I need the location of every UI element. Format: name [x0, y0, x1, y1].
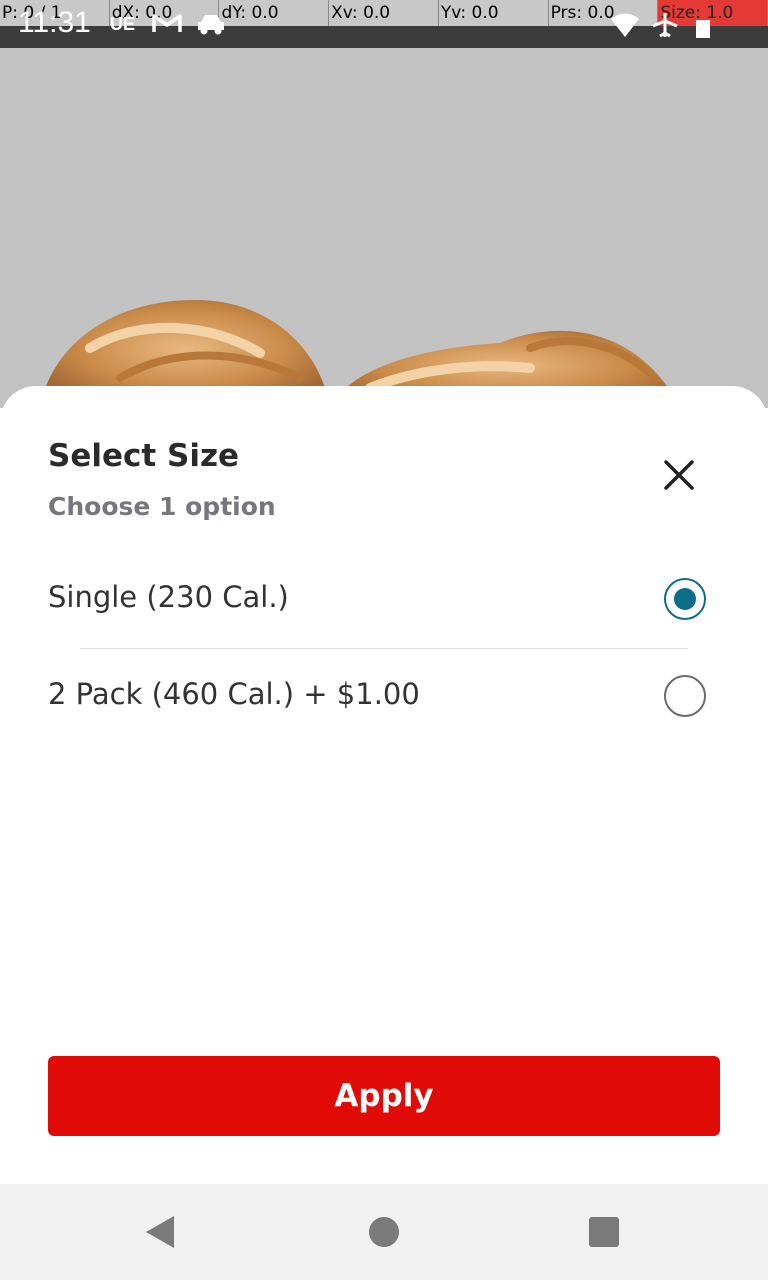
size-option-2-pack[interactable]: 2 Pack (460 Cal.) + $1.00	[48, 657, 720, 737]
radio-unselected[interactable]	[664, 675, 706, 717]
navigation-bar	[0, 1184, 768, 1280]
taxi-icon	[198, 15, 224, 35]
debug-yv: Yv: 0.0	[439, 0, 549, 26]
option-divider	[80, 648, 688, 649]
debug-xv: Xv: 0.0	[329, 0, 439, 26]
option-label: Single (230 Cal.)	[48, 580, 289, 614]
gmail-icon	[152, 14, 182, 32]
svg-text:UE: UE	[110, 14, 135, 34]
status-time: 11:31	[18, 6, 91, 39]
size-option-single[interactable]: Single (230 Cal.)	[48, 560, 720, 640]
debug-prs: Prs: 0.0	[549, 0, 659, 26]
apply-button[interactable]: Apply	[48, 1056, 720, 1136]
sheet-title: Select Size	[48, 438, 240, 474]
close-icon[interactable]	[656, 452, 702, 498]
product-image-dimmed	[0, 48, 768, 408]
debug-dy: dY: 0.0	[219, 0, 330, 26]
recent-apps-icon[interactable]	[589, 1217, 619, 1247]
pastry-image	[40, 299, 680, 408]
wifi-icon	[611, 13, 639, 37]
radio-selected[interactable]	[664, 578, 706, 620]
battery-icon	[696, 20, 710, 38]
select-size-sheet: Select Size Choose 1 option Single (230 …	[0, 386, 768, 1184]
home-icon[interactable]	[369, 1217, 399, 1247]
sheet-subtitle: Choose 1 option	[48, 492, 276, 521]
status-bar: P: 0 / 1 dX: 0.0 dY: 0.0 Xv: 0.0 Yv: 0.0…	[0, 0, 768, 48]
ue-icon: UE	[110, 14, 135, 34]
airplane-mode-icon	[652, 13, 678, 38]
option-label: 2 Pack (460 Cal.) + $1.00	[48, 677, 420, 711]
back-icon[interactable]	[146, 1216, 174, 1248]
